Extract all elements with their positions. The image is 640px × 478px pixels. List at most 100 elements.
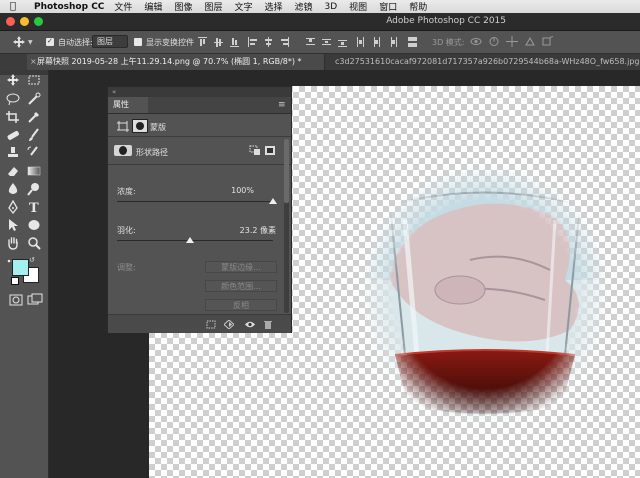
mac-menu-bar:  Photoshop CC 文件 编辑 图像 图层 文字 选择 滤镜 3D 视… [0,0,640,13]
distribute-vertical-centers-icon[interactable] [322,37,331,47]
3d-pan-icon[interactable] [506,36,518,50]
density-value[interactable]: 100% [208,186,254,195]
feather-slider-thumb[interactable] [186,237,195,243]
mask-thumbnail[interactable] [114,145,132,156]
distribute-left-icon[interactable] [356,37,365,47]
ellipse-tool-icon[interactable] [26,218,42,232]
brush-tool-icon[interactable] [26,128,42,142]
menu-edit[interactable]: 编辑 [144,0,162,13]
3d-roll-icon[interactable] [488,36,500,50]
align-vertical-centers-icon[interactable] [214,37,223,47]
color-range-button[interactable]: 颜色范围... [205,280,277,292]
apply-mask-icon[interactable] [264,145,276,159]
lasso-tool-icon[interactable] [5,92,21,106]
distribute-right-icon[interactable] [388,37,397,47]
panel-drag-bar[interactable]: « [108,87,291,97]
menu-help[interactable]: 帮助 [409,0,427,13]
gradient-tool-icon[interactable] [26,164,42,178]
align-left-edges-icon[interactable] [248,37,257,47]
move-tool-icon[interactable] [12,35,26,52]
quick-select-tool-icon[interactable] [26,92,42,106]
load-selection-from-mask-icon[interactable] [206,320,216,329]
default-colors-icon[interactable] [11,277,19,285]
density-label: 浓度: [117,187,136,196]
eraser-tool-icon[interactable] [5,164,21,178]
dodge-tool-icon[interactable] [26,182,42,196]
masked-glass-image[interactable] [350,160,620,430]
show-transform-checkbox[interactable] [134,38,142,46]
menu-file[interactable]: 文件 [114,0,132,13]
check-icon: ✓ [47,37,53,45]
panel-scrollbar-thumb[interactable] [284,139,289,203]
load-selection-icon[interactable] [249,145,261,159]
tab-properties[interactable]: 属性 [108,97,148,113]
panel-tab-bar: 属性 ≡ [108,97,291,114]
eyedropper-tool-icon[interactable] [26,110,42,124]
mask-edge-button[interactable]: 蒙版边缘... [205,261,277,273]
app-menu[interactable]: Photoshop CC [34,2,104,12]
quick-mask-icon[interactable] [8,293,24,307]
type-tool-icon[interactable]: T [26,200,42,216]
visibility-eye-icon[interactable] [245,320,255,329]
distribute-horizontal-centers-icon[interactable] [372,37,381,47]
align-horizontal-centers-icon[interactable] [264,37,273,47]
auto-select-dropdown[interactable]: 图层 [92,35,128,48]
feather-value[interactable]: 23.2 像素 [208,225,276,236]
density-slider-track[interactable] [117,201,273,202]
distribute-top-icon[interactable] [306,37,315,47]
chevron-down-icon[interactable]: ▼ [28,39,33,46]
feather-label: 羽化: [117,226,136,235]
panel-menu-icon[interactable]: ≡ [278,100,286,110]
apple-icon[interactable]:  [10,1,22,12]
menu-window[interactable]: 窗口 [379,0,397,13]
swap-colors-icon[interactable]: ↺ [29,256,35,264]
document-tab-active[interactable]: × 屏幕快照 2019-05-28 上午11.29.14.png @ 70.7%… [27,54,324,70]
3d-orbit-icon[interactable] [470,36,482,50]
zoom-tool-icon[interactable] [26,236,42,250]
invert-button[interactable]: 反相 [205,299,277,311]
mask-type-label: 蒙版 [150,123,166,132]
vector-mask-label: 形状路径 [136,148,168,157]
close-tab-icon[interactable]: × [30,54,37,70]
menu-layer[interactable]: 图层 [204,0,222,13]
pen-tool-icon[interactable] [5,199,21,215]
3d-slide-icon[interactable] [524,36,536,50]
path-selection-tool-icon[interactable] [5,218,21,232]
menu-type[interactable]: 文字 [234,0,252,13]
screen-mode-icon[interactable] [27,293,43,307]
feather-slider-track[interactable] [117,240,273,241]
align-bottom-edges-icon[interactable] [230,37,239,47]
3d-mode-label: 3D 模式: [432,38,465,47]
clone-stamp-tool-icon[interactable] [5,146,21,160]
menu-filter[interactable]: 滤镜 [295,0,313,13]
apply-mask-footer-icon[interactable] [223,319,235,330]
menu-view[interactable]: 视图 [349,0,367,13]
density-slider-thumb[interactable] [269,198,277,204]
move-tool-icon[interactable] [5,73,21,87]
foreground-color-swatch[interactable] [12,259,29,276]
auto-align-layers-icon[interactable] [408,37,417,47]
distribute-bottom-icon[interactable] [338,37,347,47]
delete-mask-trash-icon[interactable] [263,320,273,329]
collapse-panel-icon[interactable]: « [112,87,116,97]
hand-tool-icon[interactable] [5,236,21,250]
divider [108,164,291,165]
refine-label: 调整: [117,263,136,272]
document-tab-bar: × 屏幕快照 2019-05-28 上午11.29.14.png @ 70.7%… [27,54,640,70]
history-brush-tool-icon[interactable] [26,146,42,160]
document-tab-label: 屏幕快照 2019-05-28 上午11.29.14.png @ 70.7% (… [37,57,302,66]
tools-panel: T ↺ [0,70,49,478]
vector-mask-icon[interactable] [132,119,148,133]
healing-brush-tool-icon[interactable] [5,128,21,142]
3d-scale-icon[interactable] [542,35,554,50]
crop-tool-icon[interactable] [5,110,21,124]
align-right-edges-icon[interactable] [280,37,289,47]
menu-3d[interactable]: 3D [325,2,338,12]
marquee-tool-icon[interactable] [26,73,42,87]
pixel-mask-icon[interactable] [117,121,129,135]
menu-image[interactable]: 图像 [174,0,192,13]
align-top-edges-icon[interactable] [198,37,207,47]
document-tab[interactable]: c3d27531610cacaf972081d717357a926b072954… [325,54,640,70]
menu-select[interactable]: 选择 [264,0,282,13]
blur-tool-icon[interactable] [5,182,21,196]
